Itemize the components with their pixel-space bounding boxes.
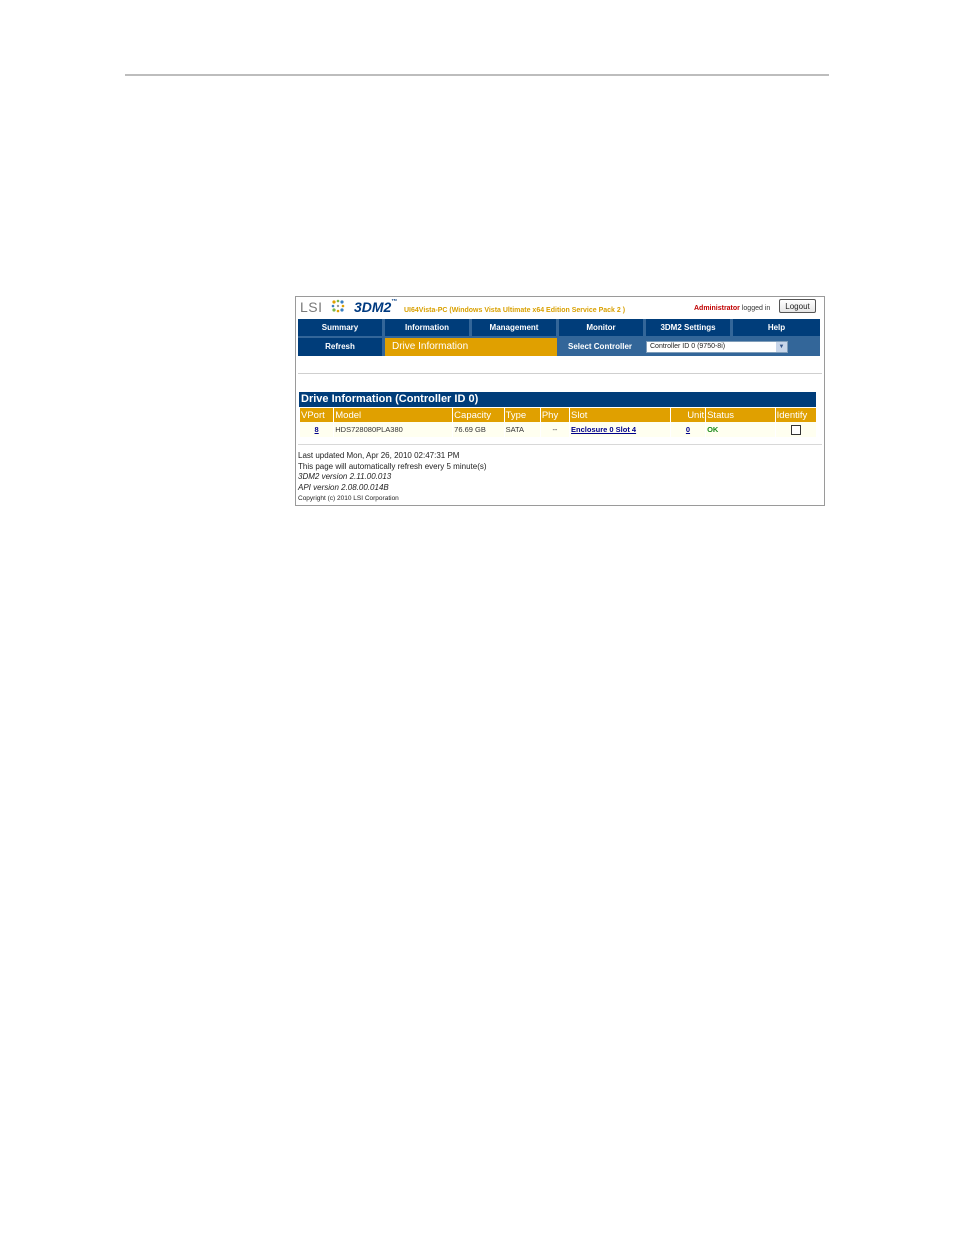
tab-summary[interactable]: Summary — [298, 319, 382, 336]
col-status: Status — [706, 408, 775, 422]
tab-information[interactable]: Information — [385, 319, 469, 336]
footer: Last updated Mon, Apr 26, 2010 02:47:31 … — [298, 451, 487, 505]
refresh-button[interactable]: Refresh — [298, 338, 382, 356]
header: LSI 3DM2™ UI64Vista-PC (Windows Vista Ul… — [296, 297, 824, 319]
product-logo: 3DM2™ — [354, 299, 397, 315]
current-page-label: Drive Information — [385, 338, 557, 356]
chevron-down-icon[interactable]: ▼ — [776, 342, 787, 352]
col-identify: Identify — [775, 408, 816, 422]
tab-3dm2-settings[interactable]: 3DM2 Settings — [646, 319, 730, 336]
tab-management[interactable]: Management — [472, 319, 556, 336]
section-title: Drive Information (Controller ID 0) — [299, 392, 816, 407]
copyright: Copyright (c) 2010 LSI Corporation — [298, 494, 399, 502]
controller-select-value: Controller ID 0 (9750-8i) — [650, 343, 726, 350]
divider — [298, 373, 822, 374]
lsi-star-icon — [331, 299, 345, 313]
sub-menu: Refresh Drive Information Select Control… — [298, 338, 820, 356]
phy-cell: -- — [540, 422, 570, 437]
logout-button[interactable]: Logout — [779, 299, 816, 313]
lsi-logo: LSI — [300, 299, 323, 315]
user-status: logged in — [741, 305, 771, 312]
tab-monitor[interactable]: Monitor — [559, 319, 643, 336]
slot-link[interactable]: Enclosure 0 Slot 4 — [571, 425, 636, 434]
version-3dm2: 3DM2 version 2.11.00.013 — [298, 472, 392, 482]
col-slot: Slot — [570, 408, 670, 422]
nav-bar: Summary Information Management Monitor 3… — [298, 319, 820, 356]
product-name: 3DM2 — [354, 299, 392, 315]
main-menu: Summary Information Management Monitor 3… — [298, 319, 820, 336]
identify-checkbox[interactable] — [790, 424, 801, 435]
select-controller-label: Select Controller — [567, 342, 632, 351]
model-cell: HDS728080PLA380 — [334, 422, 453, 437]
divider — [298, 444, 822, 445]
table-row: 8 HDS728080PLA380 76.69 GB SATA -- Enclo… — [300, 422, 816, 437]
col-model: Model — [334, 408, 453, 422]
login-status: Administrator logged in — [694, 305, 770, 312]
page-top-rule — [125, 74, 829, 76]
user-role: Administrator — [694, 305, 740, 312]
col-phy: Phy — [540, 408, 570, 422]
trademark: ™ — [391, 299, 398, 305]
refresh-note: This page will automatically refresh eve… — [298, 461, 487, 471]
unit-link[interactable]: 0 — [686, 425, 690, 434]
version-api: API version 2.08.00.014B — [298, 483, 389, 493]
tab-help[interactable]: Help — [733, 319, 820, 336]
vport-link[interactable]: 8 — [315, 425, 319, 434]
drive-table: VPort Model Capacity Type Phy Slot Unit … — [299, 408, 817, 437]
3dm2-screenshot: LSI 3DM2™ UI64Vista-PC (Windows Vista Ul… — [295, 296, 825, 506]
type-cell: SATA — [504, 422, 540, 437]
host-info: UI64Vista-PC (Windows Vista Ultimate x64… — [404, 307, 626, 314]
status-badge: OK — [707, 425, 719, 434]
col-type: Type — [504, 408, 540, 422]
table-header-row: VPort Model Capacity Type Phy Slot Unit … — [300, 408, 816, 422]
controller-select[interactable]: Controller ID 0 (9750-8i) ▼ — [646, 341, 788, 353]
col-vport: VPort — [300, 408, 334, 422]
last-updated: Last updated Mon, Apr 26, 2010 02:47:31 … — [298, 451, 460, 460]
capacity-cell: 76.69 GB — [453, 422, 504, 437]
col-unit: Unit — [670, 408, 706, 422]
col-capacity: Capacity — [453, 408, 504, 422]
